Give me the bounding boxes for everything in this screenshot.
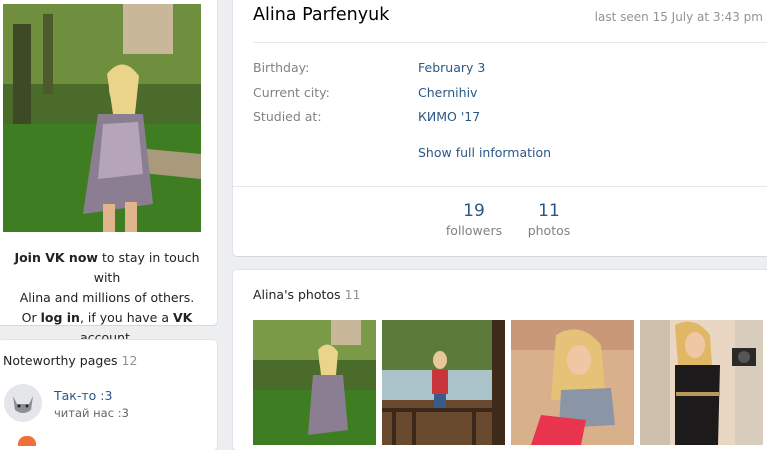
followers-count[interactable]: 19 <box>439 201 509 221</box>
current-city-label: Current city: <box>253 85 330 100</box>
photos-count[interactable]: 11 <box>520 201 578 221</box>
photo-thumbnail[interactable] <box>511 320 634 445</box>
next-page-avatar[interactable] <box>18 436 36 446</box>
noteworthy-pages-card: Noteworthy pages 12 Так-то :3 читай нас :… <box>0 340 217 450</box>
birthday-label: Birthday: <box>253 60 310 75</box>
followers-label[interactable]: followers <box>439 223 509 238</box>
page-subtitle: читай нас :3 <box>54 406 129 420</box>
photos-label[interactable]: photos <box>520 223 578 238</box>
photos-card: Alina's photos 11 <box>233 270 767 450</box>
profile-name: Alina Parfenyuk <box>253 5 390 25</box>
profile-info-card: Alina Parfenyuk last seen 15 July at 3:4… <box>233 0 767 256</box>
join-vk-link[interactable]: Join VK now <box>14 250 98 265</box>
studied-at-value[interactable]: КИМО '17 <box>418 109 480 124</box>
followers-counter[interactable]: 19 followers <box>439 201 509 238</box>
last-seen-status: last seen 15 July at 3:43 pm <box>594 10 763 24</box>
noteworthy-pages-title[interactable]: Noteworthy pages 12 <box>3 353 137 368</box>
profile-avatar-card: Join VK now to stay in touch with Alina … <box>0 0 217 345</box>
divider <box>253 42 767 43</box>
photos-section-count: 11 <box>344 287 361 302</box>
profile-avatar-photo[interactable] <box>3 4 201 232</box>
show-full-information-link[interactable]: Show full information <box>418 145 551 160</box>
noteworthy-page-item[interactable]: Так-то :3 читай нас :3 <box>2 384 207 424</box>
current-city-value[interactable]: Chernihiv <box>418 85 477 100</box>
vk-brand: VK <box>172 310 193 325</box>
photo-thumbnail[interactable] <box>640 320 763 445</box>
page-avatar-cat-icon[interactable] <box>4 384 42 422</box>
birthday-value[interactable]: February 3 <box>418 60 485 75</box>
photo-thumbnail[interactable] <box>382 320 505 445</box>
log-in-link[interactable]: log in <box>41 310 80 325</box>
photos-section-title[interactable]: Alina's photos 11 <box>253 287 360 302</box>
divider <box>233 186 767 187</box>
page-name[interactable]: Так-то :3 <box>54 388 112 403</box>
noteworthy-pages-count: 12 <box>121 353 138 368</box>
photo-thumbnail[interactable] <box>253 320 376 445</box>
photos-counter[interactable]: 11 photos <box>520 201 578 238</box>
join-vk-message: Join VK now to stay in touch with Alina … <box>14 250 200 345</box>
studied-at-label: Studied at: <box>253 109 322 124</box>
